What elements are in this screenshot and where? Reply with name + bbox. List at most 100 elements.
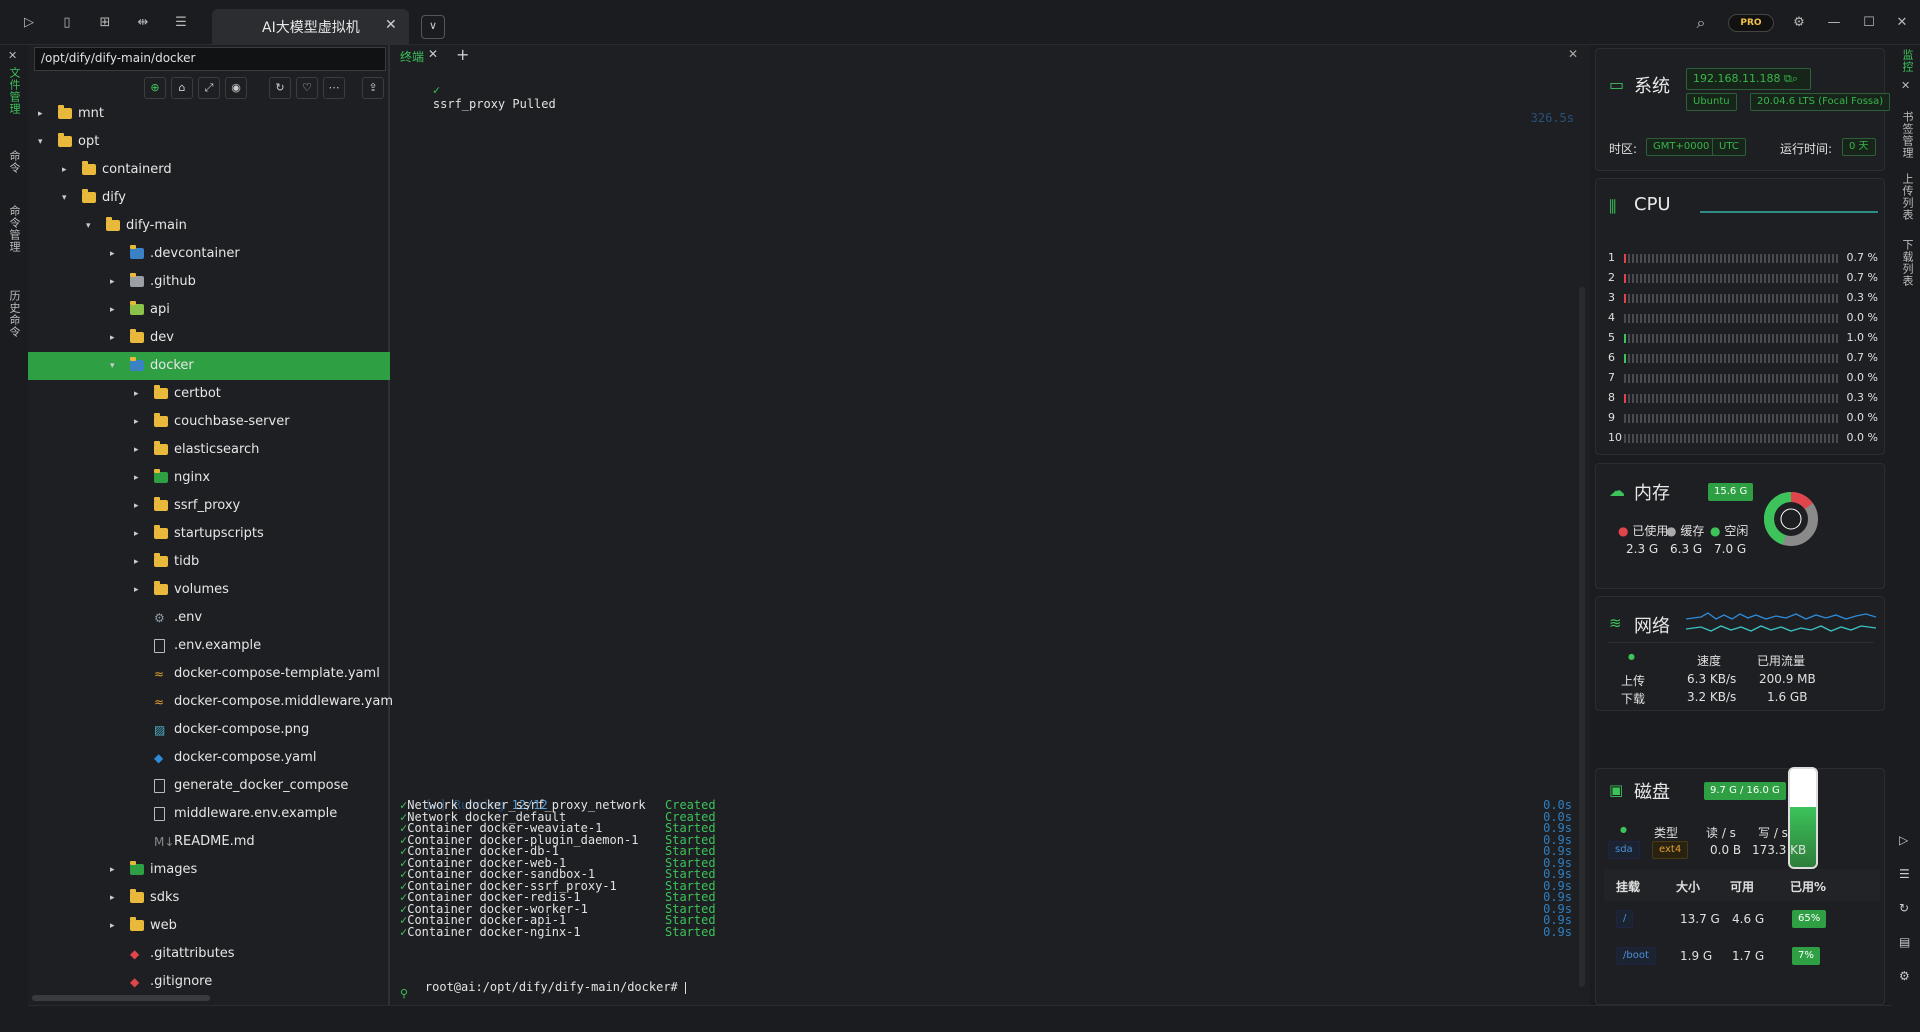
grid-icon[interactable]: ⊞ xyxy=(96,14,114,32)
tree-item[interactable]: ▸ ssrf_proxy xyxy=(28,492,390,520)
tree-item[interactable]: ▸ elasticsearch xyxy=(28,436,390,464)
terminal-output[interactable]: ✓ ssrf_proxy Pulled 326.5s [+] Running 1… xyxy=(392,67,1588,1005)
tree-item[interactable]: ≈ docker-compose-template.yaml xyxy=(28,660,390,688)
strip-downloads[interactable]: 下载列表 xyxy=(1899,239,1915,287)
bookmark-icon[interactable]: ▯ xyxy=(58,14,76,32)
tab-terminal[interactable]: 终端 xyxy=(400,48,424,65)
caret-right-icon[interactable]: ▸ xyxy=(110,268,120,296)
tree-item[interactable]: ▸ mnt xyxy=(28,100,390,128)
search-icon[interactable]: ⌕ xyxy=(1692,14,1710,32)
strip-bookmarks[interactable]: 书签管理 xyxy=(1899,111,1915,159)
expand-icon[interactable]: ⤢ xyxy=(198,77,220,99)
settings-icon[interactable]: ⚙ xyxy=(1790,14,1808,32)
horizontal-scrollbar[interactable] xyxy=(32,995,210,1001)
caret-right-icon[interactable]: ▸ xyxy=(110,240,120,268)
tree-item[interactable]: ▸ web xyxy=(28,912,390,940)
tab-session[interactable]: AI大模型虚拟机 ✕ xyxy=(212,9,409,45)
tree-item[interactable]: .env.example xyxy=(28,632,390,660)
terminal-pin-icon[interactable]: ⚲ xyxy=(400,987,408,1000)
caret-right-icon[interactable]: ▸ xyxy=(134,436,144,464)
home-icon[interactable]: ⌂ xyxy=(171,77,193,99)
caret-down-icon[interactable]: ▾ xyxy=(38,128,48,156)
caret-down-icon[interactable]: ▾ xyxy=(86,212,96,240)
tree-item[interactable]: ▸ images xyxy=(28,856,390,884)
tree-item[interactable]: ▸ tidb xyxy=(28,548,390,576)
caret-right-icon[interactable]: ▸ xyxy=(134,380,144,408)
settings-icon[interactable]: ⚙ xyxy=(1899,969,1910,983)
terminal-scrollbar[interactable] xyxy=(1579,287,1585,987)
eye-icon[interactable]: ◉ xyxy=(225,77,247,99)
refresh-icon[interactable]: ↻ xyxy=(1899,901,1909,915)
close-icon[interactable]: ✕ xyxy=(1901,79,1910,92)
strip-history[interactable]: 历史命令 xyxy=(6,290,22,338)
caret-right-icon[interactable]: ▸ xyxy=(62,156,72,184)
favorite-icon[interactable]: ♡ xyxy=(296,77,318,99)
tree-item[interactable]: ▾ dify-main xyxy=(28,212,390,240)
tree-item[interactable]: ▸ dev xyxy=(28,324,390,352)
path-input[interactable]: /opt/dify/dify-main/docker xyxy=(34,47,386,71)
list-icon[interactable]: ☰ xyxy=(1899,867,1910,881)
terminal-close-icon[interactable]: ✕ xyxy=(1568,47,1578,61)
tree-item[interactable]: ▨ docker-compose.png xyxy=(28,716,390,744)
close-icon[interactable]: ✕ xyxy=(1893,14,1911,32)
tree-item[interactable]: ◆ .gitignore xyxy=(28,968,390,996)
pro-badge[interactable]: PRO xyxy=(1728,14,1774,32)
add-tab-button[interactable]: + xyxy=(456,45,469,64)
layers-icon[interactable]: ⇹ xyxy=(134,14,152,32)
tab-close-icon[interactable]: ✕ xyxy=(385,17,397,33)
caret-right-icon[interactable]: ▸ xyxy=(110,296,120,324)
tree-item[interactable]: ▸ sdks xyxy=(28,884,390,912)
tree-item[interactable]: ⚙ .env xyxy=(28,604,390,632)
tree-item[interactable]: ▸ .devcontainer xyxy=(28,240,390,268)
minimize-icon[interactable]: — xyxy=(1825,14,1843,32)
strip-file-manager[interactable]: 文件管理 xyxy=(6,67,22,115)
caret-right-icon[interactable]: ▸ xyxy=(134,548,144,576)
tree-item[interactable]: M↓ README.md xyxy=(28,828,390,856)
caret-right-icon[interactable]: ▸ xyxy=(134,464,144,492)
caret-right-icon[interactable]: ▸ xyxy=(110,912,120,940)
strip-command-manager[interactable]: 命令管理 xyxy=(6,205,22,253)
tree-item[interactable]: ▸ couchbase-server xyxy=(28,408,390,436)
caret-right-icon[interactable]: ▸ xyxy=(134,520,144,548)
refresh-icon[interactable]: ↻ xyxy=(269,77,291,99)
tree-item[interactable]: ▸ startupscripts xyxy=(28,520,390,548)
tree-item[interactable]: ▾ dify xyxy=(28,184,390,212)
more-icon[interactable]: ⋯ xyxy=(323,77,345,99)
tree-item[interactable]: ◆ docker-compose.yaml xyxy=(28,744,390,772)
caret-right-icon[interactable]: ▸ xyxy=(38,100,48,128)
tab-dropdown-button[interactable]: ∨ xyxy=(421,15,445,39)
caret-right-icon[interactable]: ▸ xyxy=(134,492,144,520)
tree-item[interactable]: ≈ docker-compose.middleware.yaml xyxy=(28,688,397,716)
strip-uploads[interactable]: 上传列表 xyxy=(1899,173,1915,221)
tree-item[interactable]: ◆ .gitattributes xyxy=(28,940,390,968)
caret-right-icon[interactable]: ▸ xyxy=(134,408,144,436)
list-icon[interactable]: ☰ xyxy=(172,14,190,32)
caret-right-icon[interactable]: ▸ xyxy=(110,884,120,912)
ip-badge[interactable]: 192.168.11.188 ⧉⌕ xyxy=(1686,68,1811,90)
strip-commands[interactable]: 命令 xyxy=(6,150,22,174)
upload-icon[interactable]: ⇪ xyxy=(362,77,384,99)
locate-icon[interactable]: ⊕ xyxy=(144,77,166,99)
caret-down-icon[interactable]: ▾ xyxy=(62,184,72,212)
tab-terminal-close-icon[interactable]: ✕ xyxy=(428,47,438,61)
maximize-icon[interactable]: ☐ xyxy=(1860,14,1878,32)
tree-item[interactable]: ▸ api xyxy=(28,296,390,324)
strip-monitor[interactable]: 监控 xyxy=(1899,49,1915,73)
close-icon[interactable]: ✕ xyxy=(8,49,17,62)
caret-right-icon[interactable]: ▸ xyxy=(110,856,120,884)
tree-item[interactable]: ▾ docker xyxy=(28,352,390,380)
tree-item[interactable]: ▾ opt xyxy=(28,128,390,156)
tree-item[interactable]: ▸ volumes xyxy=(28,576,390,604)
sidebar-toggle-icon[interactable]: ▷ xyxy=(20,14,38,32)
terminal-icon[interactable]: ▷ xyxy=(1899,833,1908,847)
tree-item[interactable]: ▸ containerd xyxy=(28,156,390,184)
tree-item[interactable]: generate_docker_compose xyxy=(28,772,390,800)
tree-item[interactable]: ▸ .github xyxy=(28,268,390,296)
terminal-prompt-line[interactable]: root@ai:/opt/dify/dify-main/docker# xyxy=(396,966,686,994)
tree-item[interactable]: ▸ nginx xyxy=(28,464,390,492)
tree-item[interactable]: ▸ certbot xyxy=(28,380,390,408)
caret-right-icon[interactable]: ▸ xyxy=(110,324,120,352)
caret-down-icon[interactable]: ▾ xyxy=(110,352,120,380)
tree-item[interactable]: middleware.env.example xyxy=(28,800,390,828)
copy-icon[interactable]: ⧉⌕ xyxy=(1784,72,1798,85)
